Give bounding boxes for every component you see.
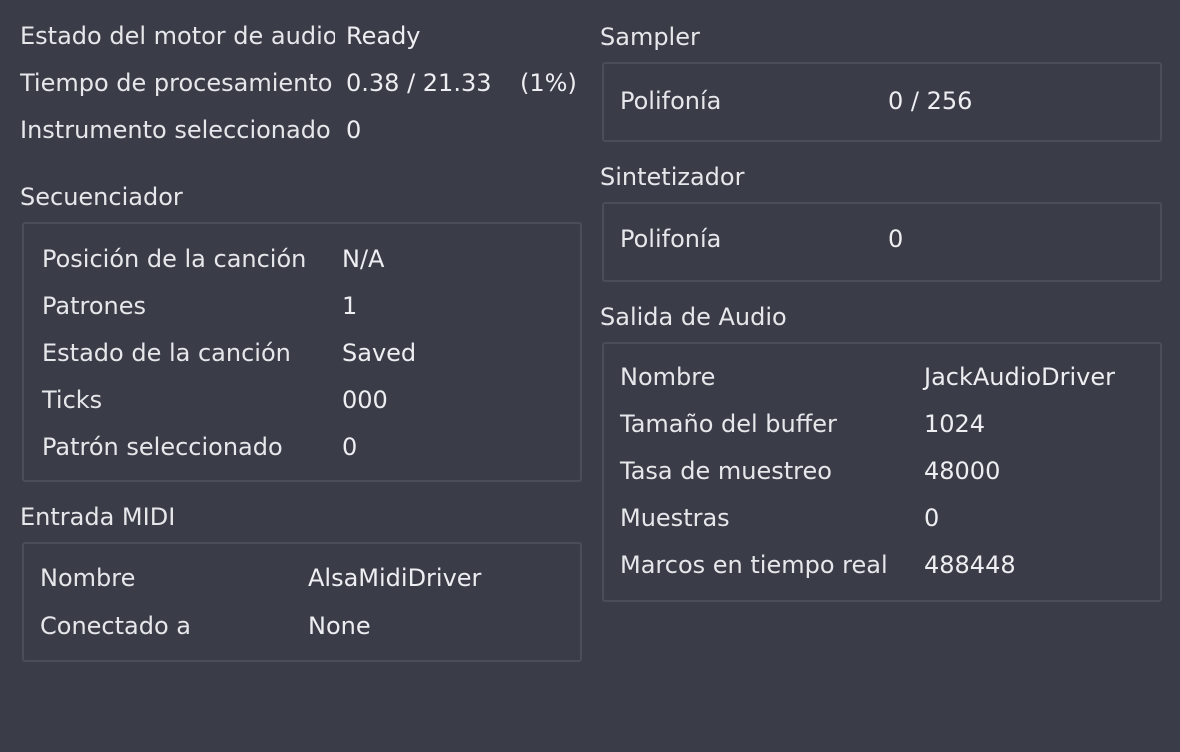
- midi-name-label: Nombre: [40, 564, 136, 592]
- seq-song-position-label: Posición de la canción: [42, 245, 307, 273]
- audio-name-value: JackAudioDriver: [924, 363, 1115, 391]
- sampler-panel: Polifonía 0 / 256: [602, 62, 1162, 142]
- audio-output-panel: Nombre JackAudioDriver Tamaño del buffer…: [602, 342, 1162, 602]
- midi-connected-value: None: [308, 612, 371, 640]
- audio-sample-rate-label: Tasa de muestreo: [620, 457, 832, 485]
- seq-song-state-label: Estado de la canción: [42, 339, 291, 367]
- synth-polyphony-label: Polifonía: [620, 225, 722, 253]
- sampler-polyphony-label: Polifonía: [620, 87, 722, 115]
- audio-sample-rate-value: 48000: [924, 457, 1001, 485]
- engine-status-label: Estado del motor de audio: [20, 22, 335, 50]
- audio-buffer-size-value: 1024: [924, 410, 986, 438]
- selected-instrument-value: 0: [346, 116, 362, 144]
- engine-status-value: Ready: [346, 22, 421, 50]
- sampler-polyphony-value: 0 / 256: [888, 87, 973, 115]
- seq-song-position-value: N/A: [342, 245, 385, 273]
- seq-patterns-label: Patrones: [42, 292, 147, 320]
- audio-output-title: Salida de Audio: [600, 303, 787, 331]
- audio-buffer-size-label: Tamaño del buffer: [620, 410, 837, 438]
- audio-samples-value: 0: [924, 504, 940, 532]
- seq-song-state-value: Saved: [342, 339, 417, 367]
- seq-ticks-label: Ticks: [42, 386, 103, 414]
- synth-title: Sintetizador: [600, 163, 745, 191]
- processing-time-value: 0.38 / 21.33: [346, 69, 492, 97]
- midi-connected-label: Conectado a: [40, 612, 191, 640]
- midi-input-panel: Nombre AlsaMidiDriver Conectado a None: [22, 542, 582, 662]
- seq-selected-pattern-value: 0: [342, 433, 358, 461]
- seq-ticks-value: 000: [342, 386, 388, 414]
- seq-selected-pattern-label: Patrón seleccionado: [42, 433, 283, 461]
- audio-name-label: Nombre: [620, 363, 716, 391]
- processing-time-percent: (1%): [520, 69, 577, 97]
- sequencer-title: Secuenciador: [20, 183, 183, 211]
- sequencer-panel: Posición de la canción N/A Patrones 1 Es…: [22, 222, 582, 482]
- audio-realtime-frames-label: Marcos en tiempo real: [620, 551, 888, 579]
- selected-instrument-label: Instrumento seleccionado: [20, 116, 331, 144]
- midi-input-title: Entrada MIDI: [20, 503, 176, 531]
- sampler-title: Sampler: [600, 23, 700, 51]
- synth-polyphony-value: 0: [888, 225, 904, 253]
- audio-samples-label: Muestras: [620, 504, 730, 532]
- midi-name-value: AlsaMidiDriver: [308, 564, 482, 592]
- seq-patterns-value: 1: [342, 292, 358, 320]
- audio-realtime-frames-value: 488448: [924, 551, 1016, 579]
- processing-time-label: Tiempo de procesamiento: [20, 69, 333, 97]
- synth-panel: Polifonía 0: [602, 202, 1162, 282]
